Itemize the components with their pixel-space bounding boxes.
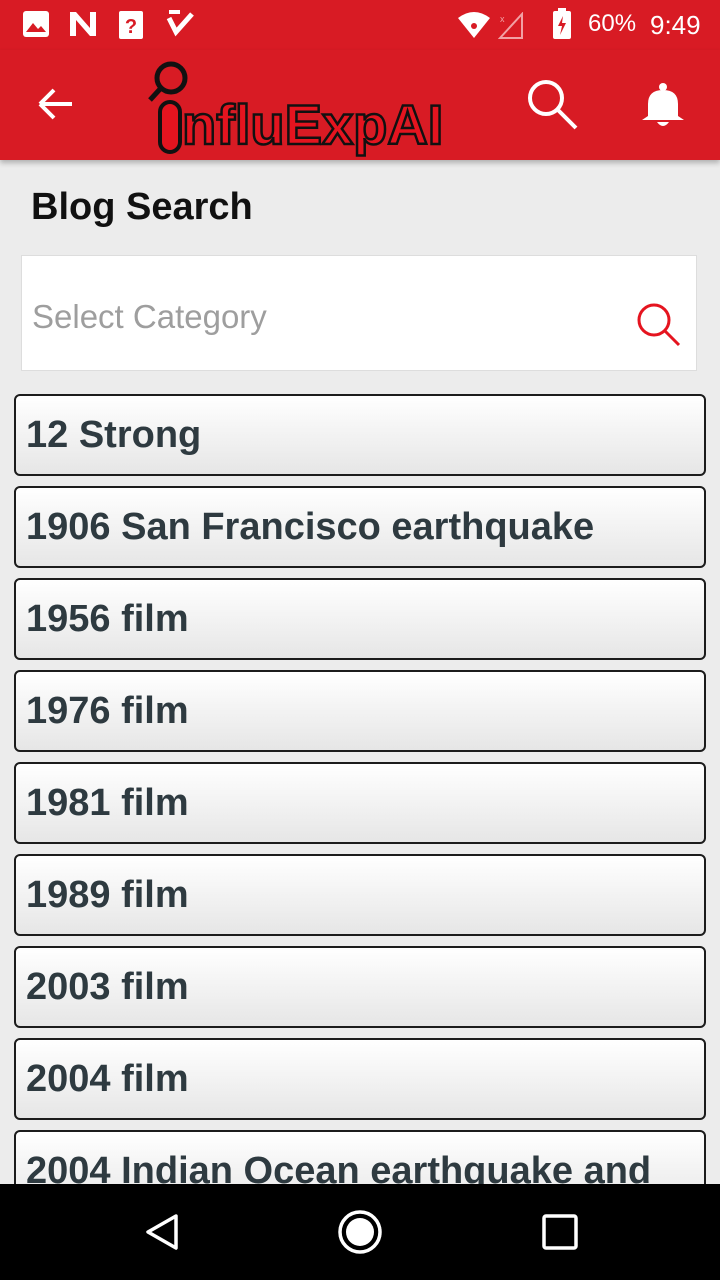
image-icon bbox=[22, 10, 50, 43]
category-search-input[interactable] bbox=[30, 296, 614, 338]
list-item[interactable]: 1981 film bbox=[14, 762, 706, 844]
list-item[interactable]: 2004 film bbox=[14, 1038, 706, 1120]
back-triangle-icon[interactable] bbox=[142, 1212, 182, 1257]
list-item-label: 1906 San Francisco earthquake bbox=[26, 506, 595, 548]
search-icon[interactable] bbox=[526, 78, 578, 137]
list-item-label: 1981 film bbox=[26, 782, 189, 824]
list-item[interactable]: 1906 San Francisco earthquake bbox=[14, 486, 706, 568]
check-icon bbox=[166, 10, 196, 43]
list-item-label: 2003 film bbox=[26, 966, 189, 1008]
category-search-box bbox=[21, 255, 697, 371]
home-circle-icon[interactable] bbox=[337, 1209, 383, 1260]
list-item[interactable]: 12 Strong bbox=[14, 394, 706, 476]
list-item-label: 1989 film bbox=[26, 874, 189, 916]
battery-percent: 60% bbox=[588, 10, 637, 37]
status-bar: ? x 60% 9:49 bbox=[0, 0, 720, 50]
list-item[interactable]: 2004 Indian Ocean earthquake and bbox=[14, 1130, 706, 1184]
recents-square-icon[interactable] bbox=[542, 1214, 578, 1255]
list-item[interactable]: 2003 film bbox=[14, 946, 706, 1028]
help-icon: ? bbox=[118, 10, 146, 45]
cell-signal-icon: x bbox=[497, 11, 524, 45]
list-item[interactable]: 1956 film bbox=[14, 578, 706, 660]
svg-text:?: ? bbox=[125, 16, 137, 38]
app-bar: nfluExpAI bbox=[0, 50, 720, 160]
list-item[interactable]: 1976 film bbox=[14, 670, 706, 752]
bell-icon[interactable] bbox=[640, 82, 686, 133]
back-arrow-icon[interactable] bbox=[36, 86, 76, 127]
battery-charging-icon bbox=[552, 8, 572, 45]
app-logo: nfluExpAI bbox=[148, 58, 498, 163]
list-item-label: 1956 film bbox=[26, 598, 189, 640]
page-title: Blog Search bbox=[31, 186, 253, 228]
svg-text:x: x bbox=[500, 14, 505, 24]
n-app-icon bbox=[68, 10, 100, 43]
list-item-label: 2004 Indian Ocean earthquake and bbox=[26, 1150, 652, 1184]
list-item-label: 2004 film bbox=[26, 1058, 189, 1100]
list-item[interactable]: 1989 film bbox=[14, 854, 706, 936]
svg-text:nfluExpAI: nfluExpAI bbox=[182, 93, 443, 156]
list-item-label: 12 Strong bbox=[26, 414, 202, 456]
list-item-label: 1976 film bbox=[26, 690, 189, 732]
clock: 9:49 bbox=[650, 10, 701, 40]
system-nav-bar bbox=[0, 1184, 720, 1280]
category-list: 12 Strong 1906 San Francisco earthquake … bbox=[14, 394, 706, 1184]
search-icon[interactable] bbox=[634, 300, 682, 353]
wifi-icon bbox=[456, 10, 492, 45]
